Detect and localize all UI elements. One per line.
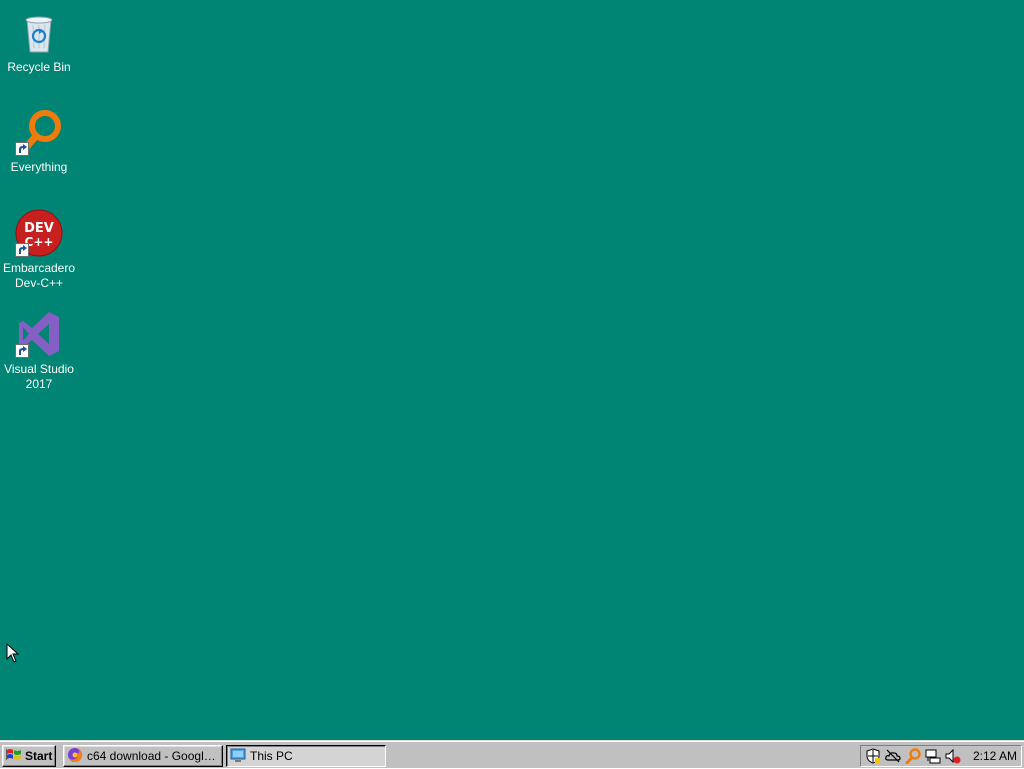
network-icon[interactable]	[925, 748, 941, 764]
desktop-icon-label: Embarcadero Dev-C++	[2, 261, 76, 290]
taskbar-button-this-pc[interactable]: This PC	[226, 745, 386, 767]
system-tray: 2:12 AM	[860, 745, 1022, 767]
clock[interactable]: 2:12 AM	[973, 749, 1017, 763]
svg-text:DEV: DEV	[24, 221, 54, 236]
desktop[interactable]: Recycle Bin Everything DEV C++ Embarcade…	[0, 0, 1024, 740]
shortcut-arrow-icon	[15, 243, 29, 257]
visual-studio-icon	[15, 310, 63, 358]
onedrive-offline-icon[interactable]	[885, 748, 901, 764]
security-shield-icon[interactable]	[865, 748, 881, 764]
mouse-cursor-icon	[6, 642, 20, 668]
windows-logo-icon	[5, 748, 22, 765]
desktop-icon-label: Visual Studio 2017	[4, 362, 74, 391]
everything-search-icon	[15, 108, 63, 156]
shortcut-arrow-icon	[15, 344, 29, 358]
desktop-icon-label: Recycle Bin	[7, 60, 71, 74]
taskbar-button-firefox[interactable]: c64 download - Google Se...	[63, 745, 223, 767]
recycle-bin-icon	[15, 8, 63, 56]
shortcut-arrow-icon	[15, 142, 29, 156]
desktop-icon-dev-cpp[interactable]: DEV C++ Embarcadero Dev-C++	[1, 209, 77, 291]
dev-cpp-icon: DEV C++	[15, 209, 63, 257]
start-button[interactable]: Start	[2, 745, 56, 767]
desktop-icon-everything[interactable]: Everything	[1, 108, 77, 175]
desktop-icon-recycle-bin[interactable]: Recycle Bin	[1, 8, 77, 75]
everything-tray-icon[interactable]	[905, 748, 921, 765]
taskbar: Start c64 download - Google Se... This P…	[0, 740, 1024, 768]
desktop-icon-label: Everything	[10, 160, 68, 174]
desktop-icon-visual-studio[interactable]: Visual Studio 2017	[1, 310, 77, 392]
volume-muted-icon[interactable]	[945, 748, 961, 764]
taskbar-button-label: c64 download - Google Se...	[87, 749, 222, 763]
start-label: Start	[25, 749, 53, 763]
taskbar-button-label: This PC	[250, 749, 293, 763]
firefox-icon	[67, 747, 83, 766]
computer-icon	[230, 747, 246, 766]
